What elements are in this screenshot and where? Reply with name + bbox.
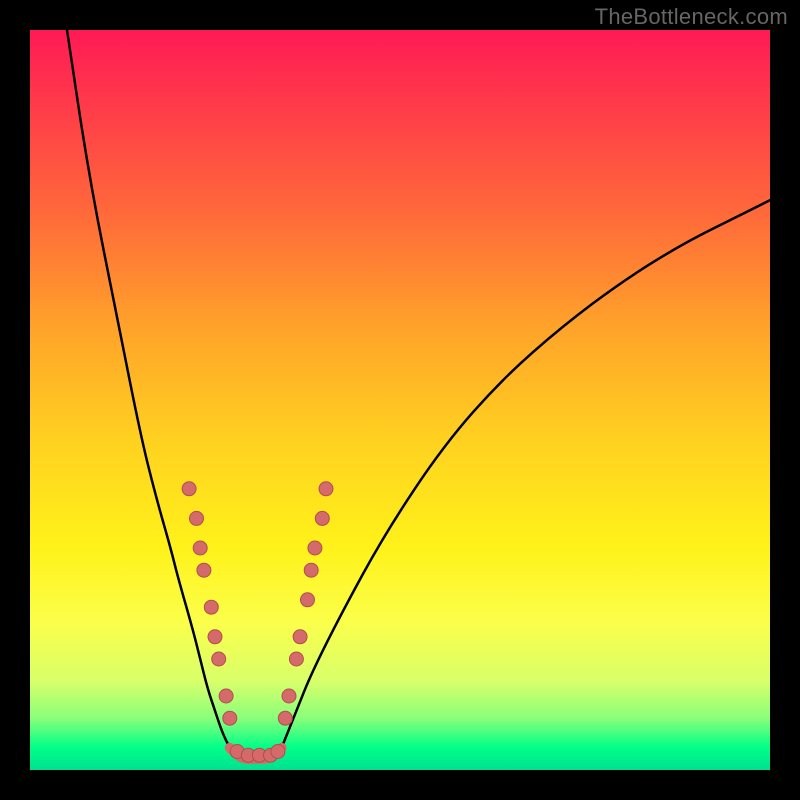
chart-svg [30, 30, 770, 770]
data-marker [193, 541, 207, 555]
plot-area [30, 30, 770, 770]
watermark-text: TheBottleneck.com [595, 4, 788, 30]
data-marker [289, 652, 303, 666]
data-marker [212, 652, 226, 666]
data-marker [304, 563, 318, 577]
data-marker [219, 689, 233, 703]
data-marker [278, 711, 292, 725]
marker-group [182, 482, 333, 762]
data-marker [197, 563, 211, 577]
data-marker [308, 541, 322, 555]
data-marker [315, 511, 329, 525]
data-marker [282, 689, 296, 703]
chart-frame: TheBottleneck.com [0, 0, 800, 800]
curve-group [67, 30, 770, 759]
data-marker [208, 630, 222, 644]
curve-left-curve [67, 30, 230, 748]
data-marker [190, 511, 204, 525]
data-marker [319, 482, 333, 496]
data-marker [271, 745, 285, 759]
data-marker [204, 600, 218, 614]
data-marker [223, 711, 237, 725]
curve-right-curve [282, 200, 770, 748]
data-marker [182, 482, 196, 496]
data-marker [293, 630, 307, 644]
data-marker [301, 593, 315, 607]
